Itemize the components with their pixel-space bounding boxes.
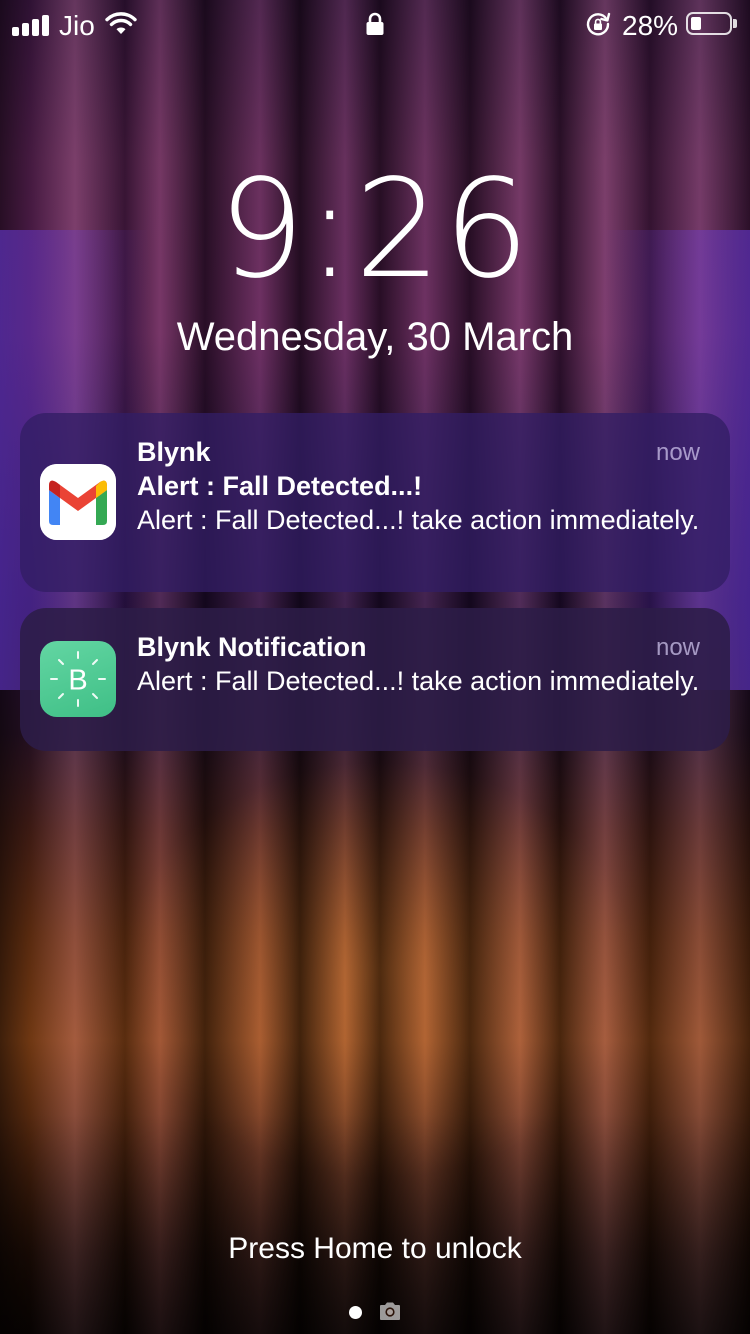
battery-icon bbox=[686, 12, 732, 35]
notification-card[interactable]: B Blynk Notification Alert : Fall Detect… bbox=[20, 608, 730, 751]
camera-icon[interactable] bbox=[378, 1301, 402, 1321]
carrier-name: Jio bbox=[59, 10, 95, 41]
unlock-hint: Press Home to unlock bbox=[228, 1232, 522, 1265]
battery-percentage: 28% bbox=[622, 10, 679, 41]
rotation-lock-icon bbox=[586, 12, 611, 36]
notification-title: Alert : Fall Detected...! bbox=[137, 471, 423, 501]
signal-icon bbox=[12, 15, 49, 36]
gmail-icon bbox=[40, 464, 116, 540]
notification-time: now bbox=[655, 439, 700, 466]
svg-text:B: B bbox=[68, 665, 87, 697]
notification-app-name: Blynk Notification bbox=[137, 632, 367, 662]
notification-body: Alert : Fall Detected...! take action im… bbox=[137, 666, 700, 696]
blynk-icon: B bbox=[40, 641, 116, 717]
lock-screen-date: Wednesday, 30 March bbox=[176, 315, 574, 359]
notification-time: now bbox=[655, 634, 700, 661]
notification-body: Alert : Fall Detected...! take action im… bbox=[137, 505, 700, 535]
wifi-icon bbox=[105, 12, 137, 34]
notification-app-name: Blynk bbox=[137, 437, 211, 467]
status-bar: Jio 28% bbox=[0, 0, 750, 50]
page-indicator-dot bbox=[349, 1306, 362, 1319]
lock-screen-time: 9:26 bbox=[218, 151, 532, 309]
notification-card[interactable]: Blynk Alert : Fall Detected...! Alert : … bbox=[20, 413, 730, 592]
lock-icon bbox=[366, 12, 384, 35]
